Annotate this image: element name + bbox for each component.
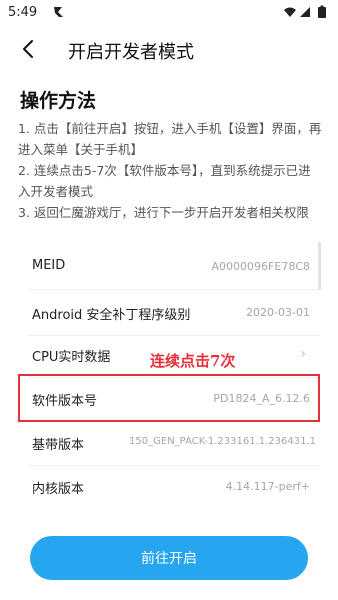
list-item-label: MEID xyxy=(32,258,66,273)
step-3: 3. 返回仁魔游戏厅，进行下一步开启开发者相关权限 xyxy=(18,205,309,220)
list-item-value: A0000096FE78C8 xyxy=(211,260,310,273)
status-time: 5:49 xyxy=(8,5,38,20)
list-item-label: 内核版本 xyxy=(32,482,85,497)
list-item-value: 2020-03-01 xyxy=(246,306,310,319)
notification-icon xyxy=(52,4,66,18)
signal-icon xyxy=(300,7,310,17)
step-1: 1. 点击【前往开启】按钮，进入手机【设置】界面，再进入菜单【关于手机】 xyxy=(18,121,322,157)
go-enable-button[interactable]: 前往开启 xyxy=(30,536,308,580)
status-icons xyxy=(282,5,330,19)
back-button[interactable] xyxy=(16,36,40,62)
back-arrow-icon xyxy=(23,40,33,58)
list-item-kernel[interactable]: 内核版本 4.14.117-perf+ xyxy=(18,464,320,508)
list-item-value: 4.14.117-perf+ xyxy=(225,480,310,493)
instructions: 1. 点击【前往开启】按钮，进入手机【设置】界面，再进入菜单【关于手机】 2. … xyxy=(18,118,322,223)
annotation-label: 连续点击7次 xyxy=(150,352,236,370)
chevron-right-icon: › xyxy=(300,346,306,362)
list-item-baseband[interactable]: 基带版本 150_GEN_PACK-1.233161.1.236431.1 xyxy=(18,420,320,466)
step-2: 2. 连续点击5-7次【软件版本号】，直到系统提示已进入开发者模式 xyxy=(18,163,311,199)
status-bar: 5:49 xyxy=(0,0,338,26)
list-item-value: 150_GEN_PACK-1.233161.1.236431.1 xyxy=(129,436,316,447)
wifi-icon xyxy=(284,7,296,17)
section-title: 操作方法 xyxy=(20,90,97,112)
header: 开启开发者模式 xyxy=(0,30,338,70)
list-item-security-patch[interactable]: Android 安全补丁程序级别 2020-03-01 xyxy=(18,290,320,336)
page-title: 开启开发者模式 xyxy=(68,42,194,63)
list-item-label: 基带版本 xyxy=(32,438,85,453)
list-item-label: CPU实时数据 xyxy=(32,350,111,365)
list-item-label: Android 安全补丁程序级别 xyxy=(32,308,191,323)
highlight-box xyxy=(18,374,320,422)
scrollbar[interactable] xyxy=(318,242,321,290)
list-item-meid[interactable]: MEID A0000096FE78C8 xyxy=(18,244,320,290)
battery-icon xyxy=(318,5,326,18)
